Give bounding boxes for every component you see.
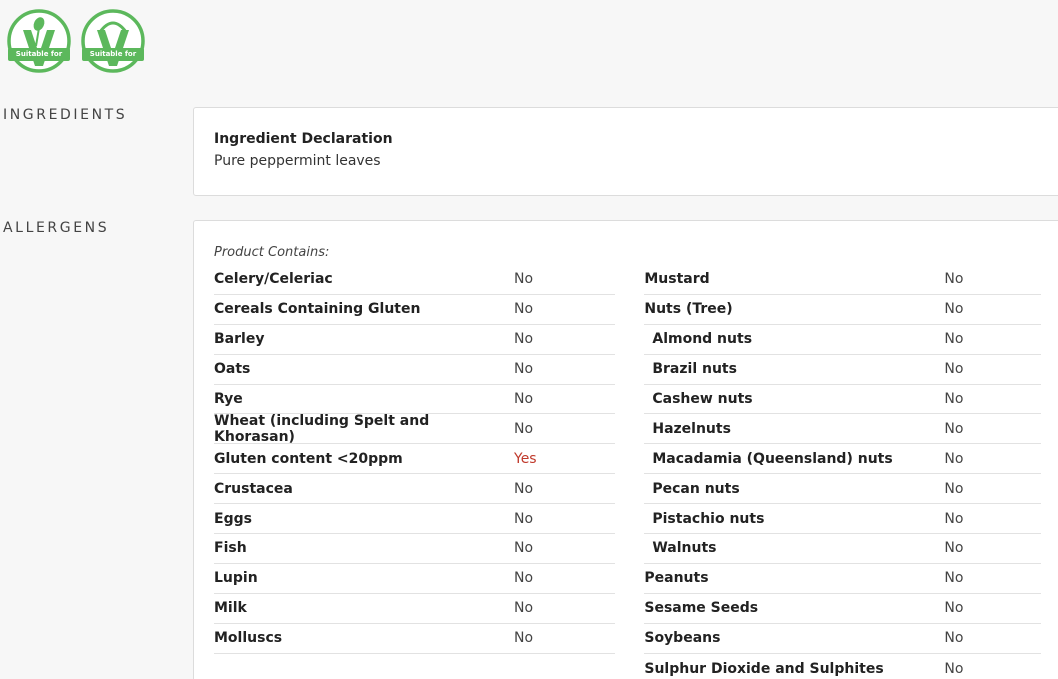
allergen-row: Pecan nuts No — [644, 474, 1041, 505]
allergen-value: No — [514, 630, 534, 647]
product-contains-label: Product Contains: — [214, 245, 330, 260]
vegan-badge-1: Suitable for — [6, 8, 72, 74]
allergen-name: Wheat (including Spelt and Khorasan) — [214, 412, 430, 445]
allergen-name: Sulphur Dioxide and Sulphites — [644, 660, 884, 677]
allergen-value: No — [944, 630, 964, 647]
allergen-row: Lupin No — [214, 564, 616, 594]
allergen-value: No — [514, 391, 534, 407]
allergen-value: No — [944, 570, 964, 587]
allergen-column-right: Mustard No Nuts (Tree) No Almond nuts No Brazi… — [644, 265, 1041, 679]
allergen-name: Pecan nuts — [652, 480, 740, 497]
allergen-name: Gluten content <20ppm — [214, 450, 403, 467]
allergen-row: Macadamia (Queensland) nuts No — [644, 444, 1041, 475]
allergen-value: No — [514, 510, 534, 527]
allergen-name: Walnuts — [652, 540, 717, 557]
allergen-name: Pistachio nuts — [652, 510, 765, 527]
allergen-value: No — [944, 271, 964, 288]
allergen-name: Eggs — [214, 510, 252, 527]
allergen-row: Hazelnuts No — [644, 414, 1041, 445]
allergen-name: Macadamia (Queensland) nuts — [652, 450, 893, 467]
allergen-name: Almond nuts — [652, 331, 753, 348]
allergen-row: Almond nuts No — [644, 325, 1041, 355]
allergen-name: Crustacea — [214, 480, 293, 497]
allergen-row: Barley No — [214, 325, 616, 355]
allergen-row: Celery/Celeriac No — [214, 265, 616, 295]
allergen-value: No — [944, 391, 964, 407]
allergen-value: No — [944, 420, 964, 437]
allergen-value: No — [514, 301, 534, 318]
allergen-value: No — [944, 301, 964, 318]
allergen-column-left: Celery/Celeriac No Cereals Containing Glut… — [214, 265, 616, 679]
ingredients-heading: INGREDIENTS — [3, 107, 128, 123]
allergen-row: Nuts (Tree) No — [644, 295, 1041, 325]
allergen-name: Hazelnuts — [652, 420, 731, 437]
allergen-value: No — [944, 450, 964, 467]
allergen-value: No — [514, 361, 534, 378]
allergen-columns: Celery/Celeriac No Cereals Containing Glut… — [214, 265, 1041, 679]
allergen-row: Oats No — [214, 355, 616, 385]
allergens-panel: Product Contains: Celery/Celeriac No Cerea… — [193, 220, 1058, 679]
allergen-row: Walnuts No — [644, 534, 1041, 564]
allergen-row: Crustacea No — [214, 474, 616, 505]
badge-label: Suitable for — [82, 48, 144, 61]
allergen-value: No — [944, 600, 964, 617]
allergen-value: No — [514, 271, 534, 288]
allergen-value: No — [514, 540, 534, 557]
allergen-row: Milk No — [214, 594, 616, 624]
allergen-name: Fish — [214, 540, 247, 557]
allergen-value: No — [944, 540, 964, 557]
allergen-value: No — [514, 600, 534, 617]
allergen-row: Gluten content <20ppm Yes — [214, 444, 616, 475]
allergen-name: Cashew nuts — [652, 391, 753, 407]
allergen-name: Cereals Containing Gluten — [214, 301, 421, 318]
allergen-name: Nuts (Tree) — [644, 301, 733, 318]
allergen-name: Rye — [214, 391, 243, 407]
allergen-value: No — [514, 331, 534, 348]
vegan-v-icon — [7, 9, 71, 73]
allergen-row: Molluscs No — [214, 624, 616, 654]
allergen-row: Wheat (including Spelt and Khorasan) No — [214, 412, 616, 445]
allergen-value: No — [944, 331, 964, 348]
allergen-name: Mustard — [644, 271, 710, 288]
allergen-value: No — [514, 570, 534, 587]
allergen-row: Brazil nuts No — [644, 355, 1041, 385]
allergen-name: Barley — [214, 331, 265, 348]
allergen-name: Milk — [214, 600, 247, 617]
allergen-name: Lupin — [214, 570, 258, 587]
badge-label: Suitable for — [8, 48, 70, 61]
allergen-row: Peanuts No — [644, 564, 1041, 594]
vegan-badge-2: Suitable for — [80, 8, 146, 74]
allergen-name: Sesame Seeds — [644, 600, 759, 617]
allergen-row: Cereals Containing Gluten No — [214, 295, 616, 325]
allergen-row: Fish No — [214, 534, 616, 564]
allergen-name: Celery/Celeriac — [214, 271, 333, 288]
allergen-name: Molluscs — [214, 630, 283, 647]
allergen-value: No — [944, 510, 964, 527]
allergen-row: Cashew nuts No — [644, 385, 1041, 415]
allergen-row: Sulphur Dioxide and Sulphites No — [644, 654, 1041, 679]
allergen-value: No — [514, 420, 534, 437]
allergen-row: Soybeans No — [644, 624, 1041, 654]
ingredients-panel: Ingredient Declaration Pure peppermint l… — [193, 107, 1058, 196]
vegan-v-icon — [81, 9, 145, 73]
ingredient-declaration-text: Pure peppermint leaves — [214, 153, 381, 169]
allergen-row: Mustard No — [644, 265, 1041, 295]
allergen-name: Oats — [214, 361, 251, 378]
allergen-name: Brazil nuts — [652, 361, 737, 378]
diet-badges: Suitable for Suitable for — [6, 8, 146, 74]
allergen-value: No — [514, 480, 534, 497]
allergen-value: Yes — [514, 450, 537, 467]
allergen-row: Sesame Seeds No — [644, 594, 1041, 624]
ingredient-declaration-title: Ingredient Declaration — [214, 131, 393, 147]
allergen-value: No — [944, 480, 964, 497]
allergen-row: Eggs No — [214, 504, 616, 535]
allergen-name: Peanuts — [644, 570, 709, 587]
allergens-heading: ALLERGENS — [3, 220, 110, 236]
allergen-row: Rye No — [214, 385, 616, 415]
allergen-value: No — [944, 361, 964, 378]
allergen-row: Pistachio nuts No — [644, 504, 1041, 535]
allergen-value: No — [944, 660, 964, 677]
allergen-name: Soybeans — [644, 630, 721, 647]
